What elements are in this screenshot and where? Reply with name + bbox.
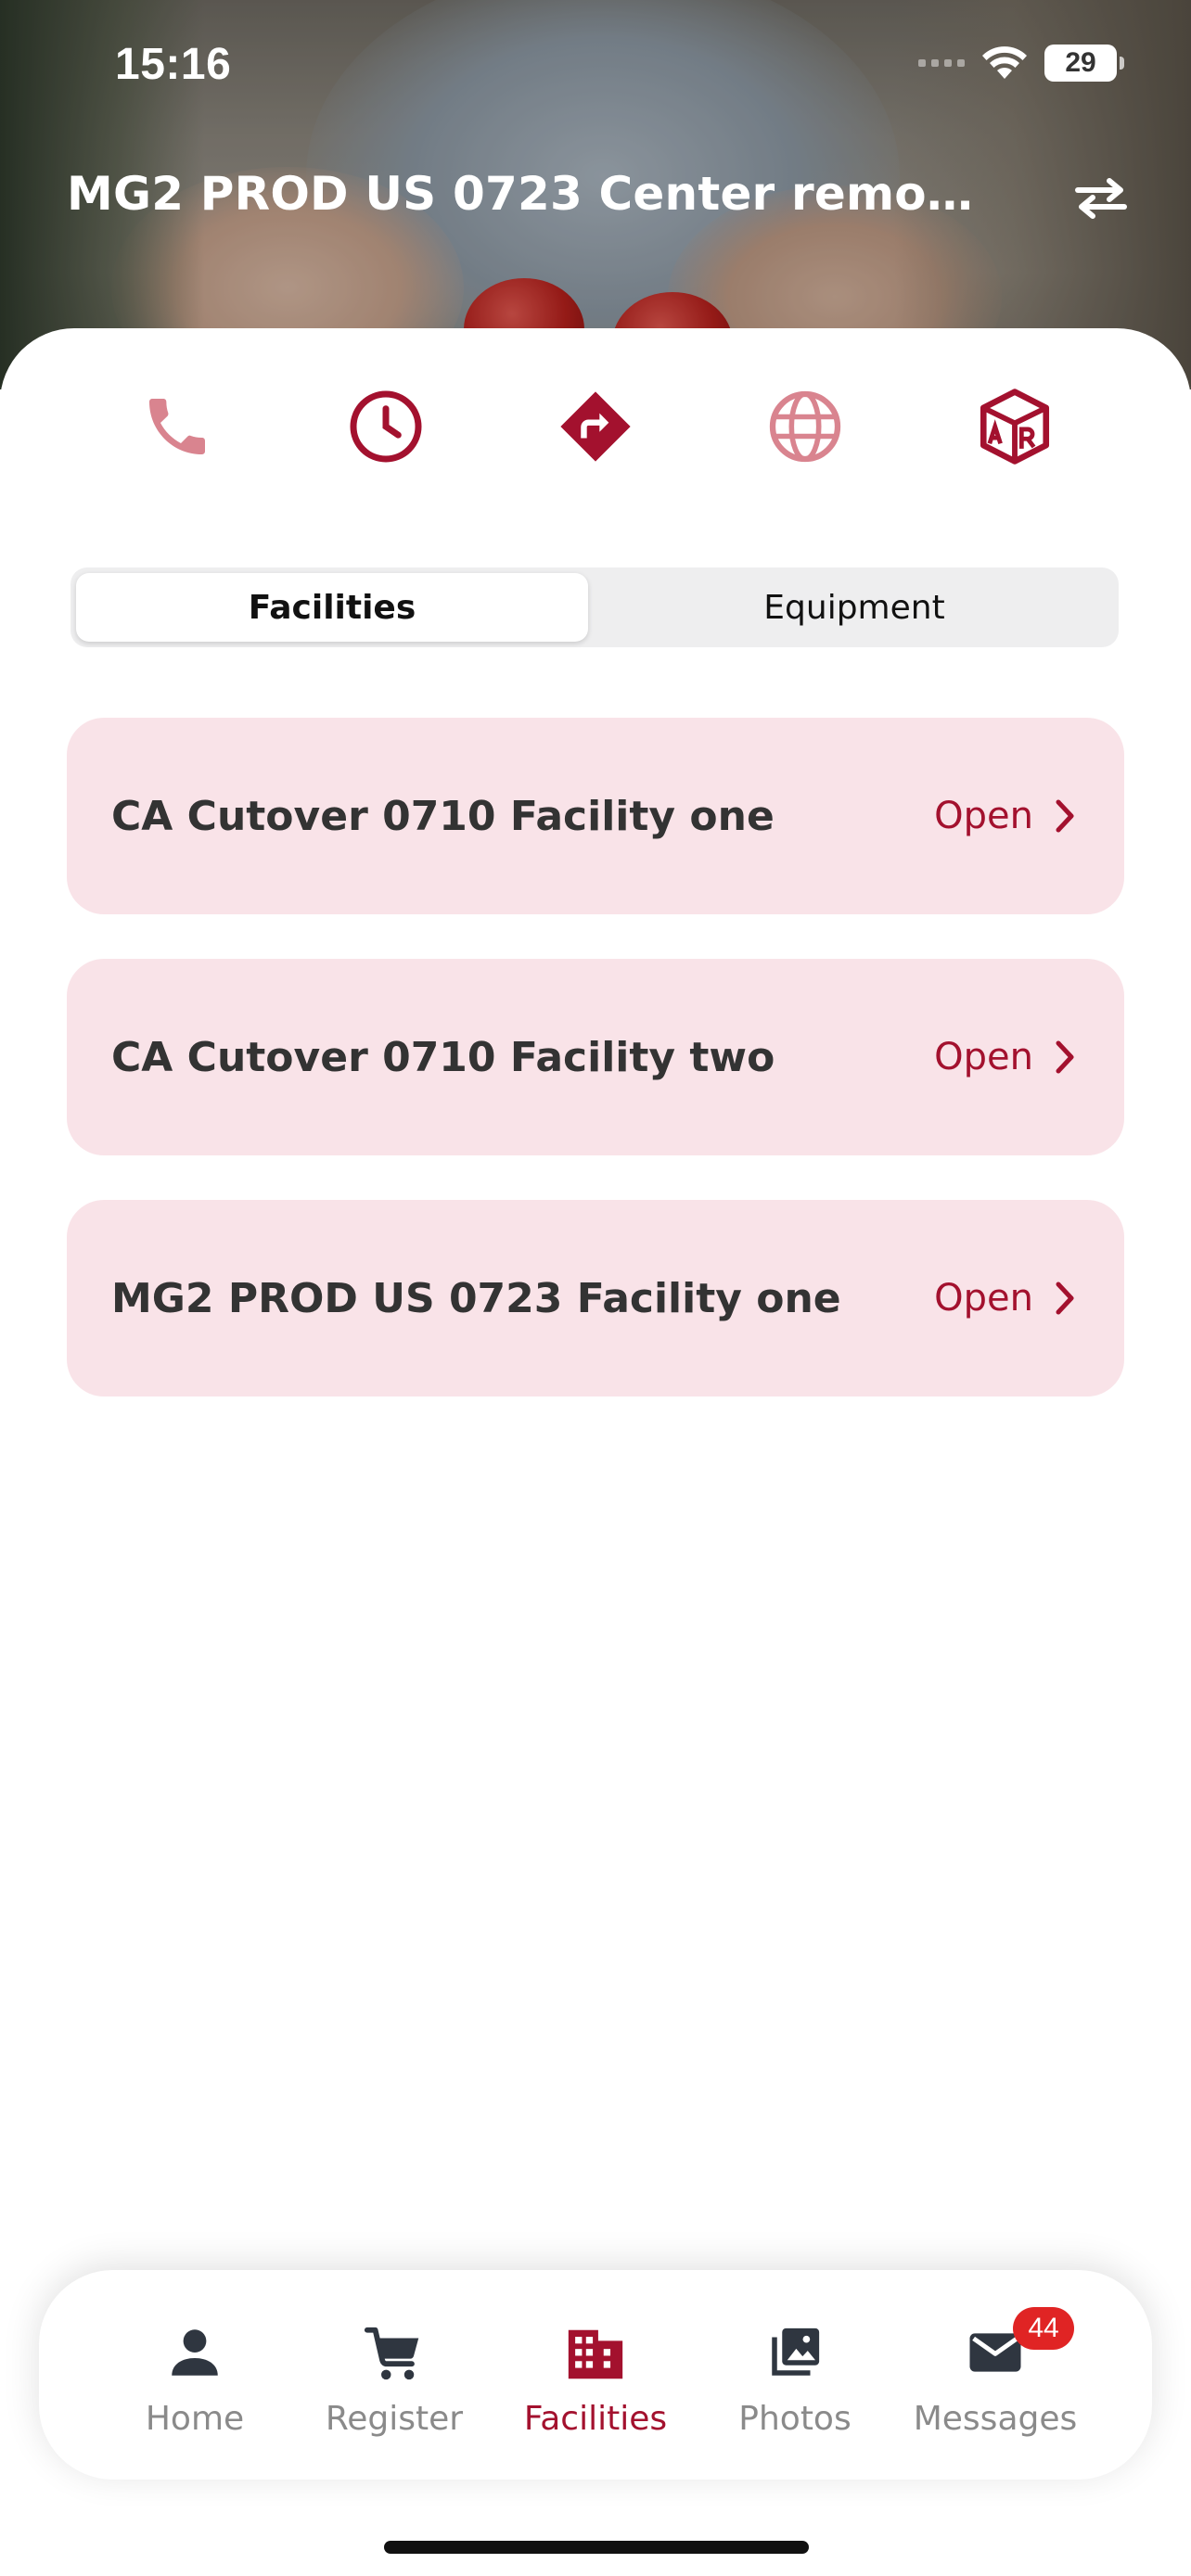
facility-card[interactable]: MG2 PROD US 0723 Facility one Open (67, 1200, 1124, 1396)
tab-photos[interactable]: Photos (688, 2270, 902, 2480)
tab-register[interactable]: Register (288, 2270, 501, 2480)
tab-label: Photos (738, 2400, 852, 2438)
cart-icon (364, 2327, 419, 2380)
tab-messages[interactable]: 44 Messages (889, 2270, 1102, 2480)
facility-name: MG2 PROD US 0723 Facility one (111, 1274, 841, 1322)
swap-arrows-icon (1075, 178, 1127, 219)
facility-name: CA Cutover 0710 Facility one (111, 792, 775, 840)
globe-icon (769, 390, 841, 463)
tab-facilities-nav[interactable]: Facilities (489, 2270, 702, 2480)
facility-name: CA Cutover 0710 Facility two (111, 1033, 775, 1081)
status-time: 15:16 (115, 40, 232, 89)
photos-icon (772, 2327, 820, 2376)
quick-actions (0, 380, 1191, 473)
tab-label: Facilities (523, 2400, 668, 2438)
website-button[interactable] (759, 380, 852, 473)
facility-card[interactable]: CA Cutover 0710 Facility one Open (67, 718, 1124, 914)
status-label: Open (934, 1036, 1033, 1078)
center-title: MG2 PROD US 0723 Center remove… (67, 167, 976, 221)
directions-icon (560, 391, 631, 462)
facility-status: Open (934, 795, 1076, 837)
person-icon (172, 2329, 218, 2376)
tab-label: Home (145, 2400, 245, 2438)
app-screen: 15:16 29 MG2 PROD US 0723 Center remove… (0, 0, 1191, 2576)
content-sheet (0, 328, 1191, 2576)
tab-label: Messages (913, 2400, 1078, 2438)
home-indicator[interactable] (384, 2541, 809, 2554)
phone-icon (149, 399, 205, 454)
bottom-tab-bar: Home Register Facilities Photos 44 Messa… (39, 2270, 1152, 2480)
status-label: Open (934, 795, 1033, 837)
ar-cube-icon (980, 389, 1050, 465)
chevron-right-icon (1056, 1040, 1074, 1074)
unread-badge: 44 (1013, 2307, 1074, 2350)
tab-equipment[interactable]: Equipment (596, 573, 1113, 642)
battery-level: 29 (1065, 47, 1096, 78)
tab-label: Register (325, 2400, 464, 2438)
tab-facilities[interactable]: Facilities (76, 573, 588, 642)
chevron-right-icon (1056, 799, 1074, 833)
status-icons: 29 (918, 45, 1124, 82)
clock-icon (350, 390, 422, 463)
hours-button[interactable] (339, 380, 432, 473)
battery-icon: 29 (1044, 45, 1124, 82)
ar-view-button[interactable] (968, 380, 1061, 473)
facility-status: Open (934, 1277, 1076, 1320)
segmented-control: Facilities Equipment (70, 567, 1119, 647)
wifi-icon (982, 46, 1027, 79)
directions-button[interactable] (549, 380, 642, 473)
building-icon (568, 2329, 623, 2379)
chevron-right-icon (1056, 1282, 1074, 1315)
facility-card[interactable]: CA Cutover 0710 Facility two Open (67, 959, 1124, 1155)
cellular-signal-icon (918, 59, 965, 67)
tab-home[interactable]: Home (88, 2270, 301, 2480)
call-button[interactable] (131, 380, 224, 473)
facility-status: Open (934, 1036, 1076, 1078)
switch-center-button[interactable] (1067, 169, 1135, 228)
status-label: Open (934, 1277, 1033, 1320)
